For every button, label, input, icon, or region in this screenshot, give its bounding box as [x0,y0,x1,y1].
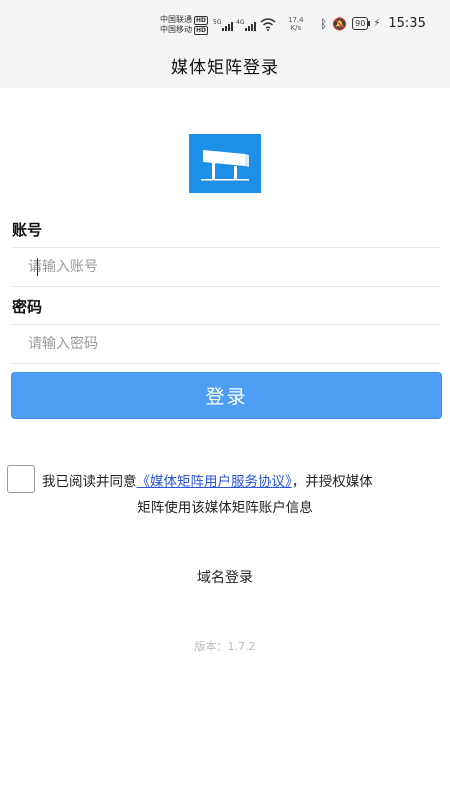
service-agreement-link[interactable]: 《媒体矩阵用户服务协议》 [137,474,292,490]
agreement-text-line1: 我已阅读并同意《媒体矩阵用户服务协议》，并授权媒体 [42,470,373,490]
mute-bell-icon: 🔕 [332,16,348,31]
app-logo [189,134,261,193]
login-button[interactable]: 登录 [11,372,442,419]
hd-badge: HD [194,15,209,25]
agreement-text-line2: 矩阵使用该媒体矩阵账户信息 [137,500,313,516]
signal-icon: 5G [213,19,233,31]
agreement-suffix: ，并授权媒体 [291,474,373,490]
text-caret [37,258,38,276]
charging-icon: ⚡ [373,18,381,29]
domain-login-link[interactable]: 域名登录 [0,567,450,587]
hd-badge: HD [194,25,209,35]
account-label: 账号 [12,221,43,239]
password-input[interactable] [26,335,440,353]
system-icons: ᛒ 🔕 90 ⚡ 15:35 [320,16,426,31]
network-speed: 17.4 K/s [288,16,304,32]
billboard-icon [201,150,249,181]
signal-indicators: 5G 4G [213,17,276,31]
account-input[interactable] [26,258,440,276]
password-field-container[interactable] [12,324,440,364]
version-text: 版本：1.7.2 [194,640,256,653]
agreement-checkbox[interactable] [7,465,35,493]
clock: 15:35 [388,16,426,31]
carrier-2: 中国移动 [160,25,192,34]
bluetooth-icon: ᛒ [320,16,328,31]
page-title: 媒体矩阵登录 [171,57,279,78]
account-field-container[interactable] [12,247,440,287]
signal-icon: 4G [236,19,256,31]
password-label: 密码 [12,298,43,316]
carrier-info: 中国联通 HD 中国移动 HD [160,15,209,35]
status-bar: 中国联通 HD 中国移动 HD 5G 4G 17.4 K/s ᛒ 🔕 90 ⚡ 15… [0,0,450,42]
battery-icon: 90 [352,17,371,30]
carrier-1: 中国联通 [160,15,192,24]
agreement-prefix: 我已阅读并同意 [42,474,137,490]
title-bar: 媒体矩阵登录 [0,42,450,88]
wifi-icon [260,18,276,31]
